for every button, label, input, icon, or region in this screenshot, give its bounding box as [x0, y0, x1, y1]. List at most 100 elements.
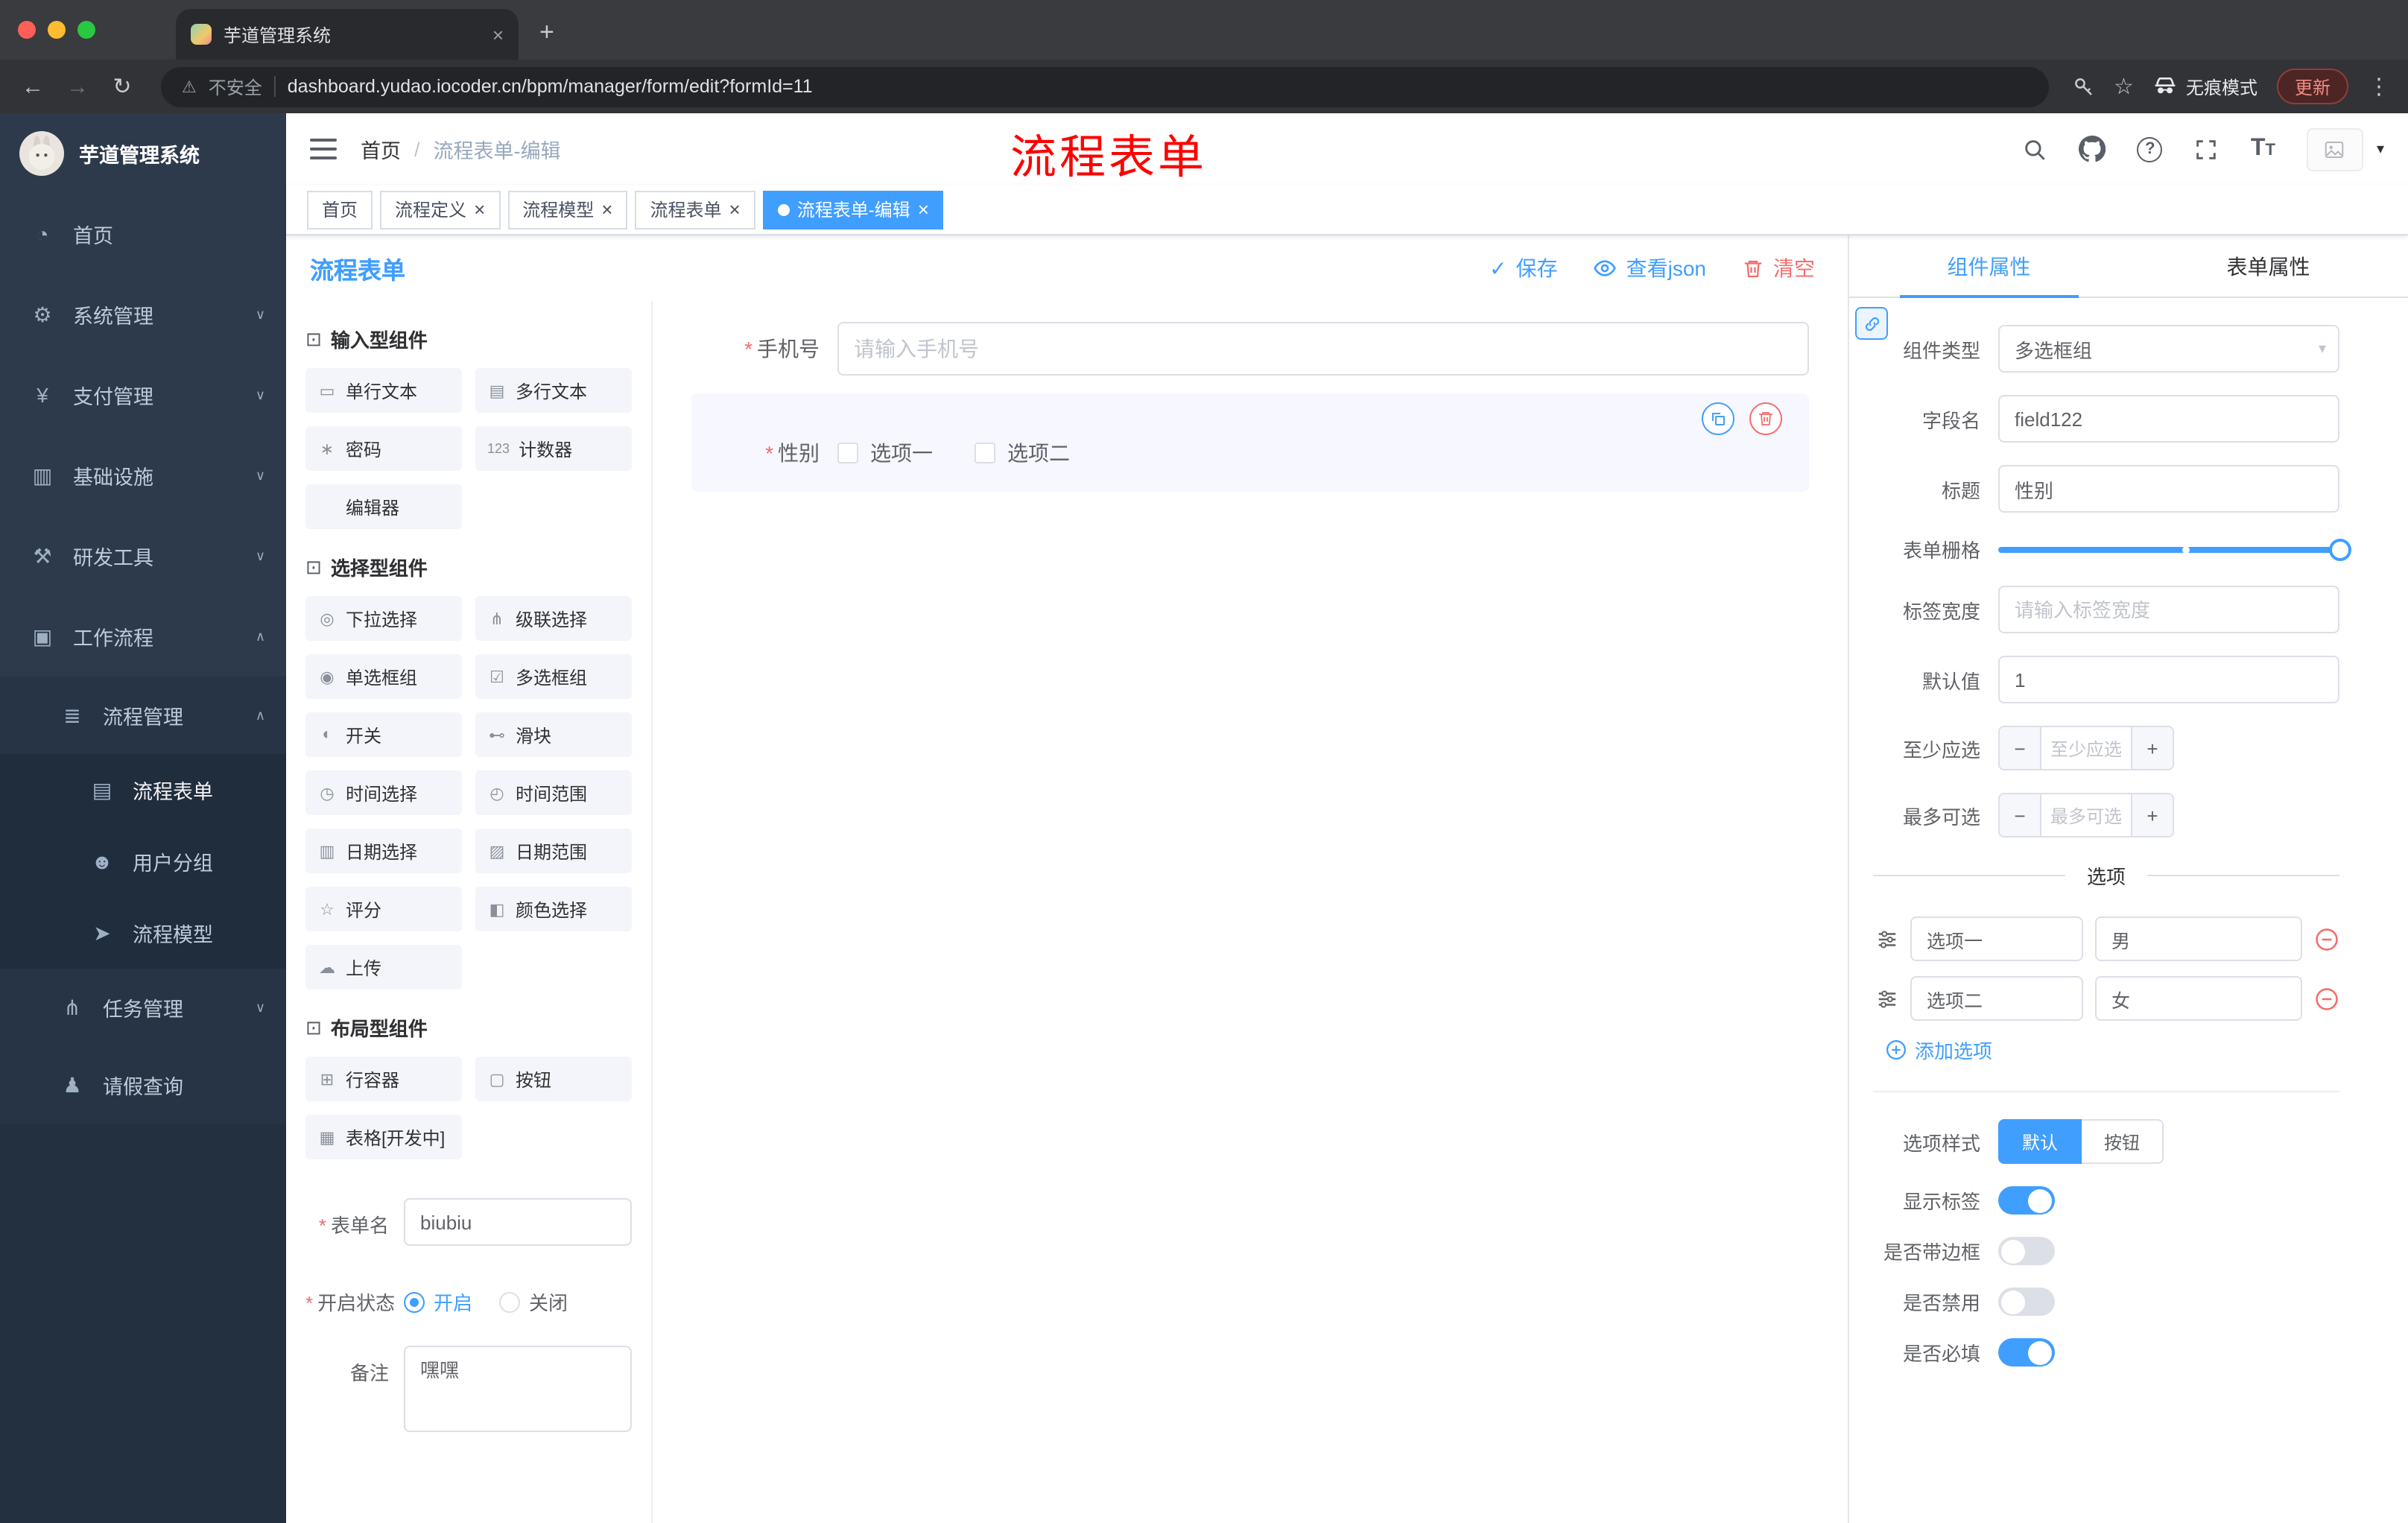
- minimize-window-button[interactable]: [48, 21, 66, 39]
- help-icon[interactable]: ?: [2137, 136, 2163, 162]
- breadcrumb-home[interactable]: 首页: [361, 134, 401, 164]
- min-select-value[interactable]: 至少应选: [2041, 727, 2131, 769]
- style-default-button[interactable]: 默认: [1998, 1119, 2082, 1164]
- tab-component-props[interactable]: 组件属性: [1849, 235, 2129, 298]
- github-icon[interactable]: [2079, 136, 2106, 162]
- new-tab-button[interactable]: +: [539, 18, 554, 48]
- sidebar-item-leave-query[interactable]: ♟ 请假查询: [0, 1046, 286, 1124]
- sidebar-item-workflow[interactable]: ▣ 工作流程 ∧: [0, 596, 286, 677]
- sidebar-item-process-form[interactable]: ▤ 流程表单: [0, 754, 286, 826]
- component-type-select[interactable]: 多选框组 ▾: [1998, 325, 2339, 373]
- increase-button[interactable]: +: [2131, 727, 2173, 769]
- tab-form-props[interactable]: 表单属性: [2129, 235, 2408, 297]
- form-remark-textarea[interactable]: 嘿嘿: [404, 1346, 632, 1432]
- palette-item-date-picker[interactable]: ▥ 日期选择: [305, 829, 462, 873]
- tag-process-form[interactable]: 流程表单 ×: [635, 190, 755, 229]
- sidebar-item-home[interactable]: ◔ 首页: [0, 194, 286, 274]
- palette-item-color-picker[interactable]: ◧ 颜色选择: [475, 887, 632, 931]
- field-name-input[interactable]: [1998, 395, 2339, 443]
- sidebar-item-process-management[interactable]: ≣ 流程管理 ∧: [0, 677, 286, 754]
- phone-input[interactable]: [837, 322, 1809, 376]
- canvas-field-phone[interactable]: 手机号: [691, 322, 1809, 376]
- browser-menu-icon[interactable]: ⋮: [2368, 73, 2390, 100]
- sidebar-toggle-icon[interactable]: [310, 139, 337, 159]
- address-bar[interactable]: ⚠ 不安全 dashboard.yudao.iocoder.cn/bpm/man…: [161, 66, 2049, 107]
- view-json-button[interactable]: 查看json: [1594, 253, 1706, 283]
- close-window-button[interactable]: [18, 21, 36, 39]
- max-select-value[interactable]: 最多可选: [2041, 794, 2131, 836]
- remove-option-button[interactable]: [2314, 926, 2339, 952]
- tag-home[interactable]: 首页: [307, 190, 373, 229]
- grid-slider[interactable]: [1998, 538, 2351, 560]
- form-name-input[interactable]: [404, 1198, 632, 1246]
- gender-option-2-checkbox[interactable]: 选项二: [975, 438, 1070, 468]
- style-button-button[interactable]: 按钮: [2082, 1119, 2164, 1164]
- update-button[interactable]: 更新: [2276, 69, 2348, 104]
- close-icon[interactable]: ×: [918, 200, 929, 219]
- palette-item-password[interactable]: ∗ 密码: [305, 426, 462, 471]
- zoom-window-button[interactable]: [77, 21, 95, 39]
- checkbox-box[interactable]: [837, 443, 858, 463]
- decrease-button[interactable]: −: [2000, 727, 2041, 769]
- palette-item-checkbox-group[interactable]: ☑ 多选框组: [475, 654, 632, 699]
- delete-field-button[interactable]: [1749, 402, 1782, 435]
- sidebar-item-infrastructure[interactable]: ▥ 基础设施 ∨: [0, 435, 286, 516]
- remove-option-button[interactable]: [2314, 986, 2339, 1011]
- close-icon[interactable]: ×: [729, 200, 741, 219]
- palette-item-editor[interactable]: 编辑器: [305, 484, 462, 529]
- decrease-button[interactable]: −: [2000, 794, 2041, 836]
- sidebar-item-user-group[interactable]: ☻ 用户分组: [0, 826, 286, 897]
- link-icon[interactable]: [1855, 307, 1888, 340]
- option-1-value-input[interactable]: [2095, 916, 2302, 961]
- fullscreen-icon[interactable]: [2194, 136, 2220, 162]
- palette-item-counter[interactable]: 123 计数器: [475, 426, 632, 471]
- back-button[interactable]: ←: [18, 74, 48, 99]
- increase-button[interactable]: +: [2131, 794, 2173, 836]
- avatar-caret-icon[interactable]: ▾: [2377, 141, 2384, 157]
- close-icon[interactable]: ×: [474, 200, 485, 219]
- palette-item-table[interactable]: ▦ 表格[开发中]: [305, 1115, 462, 1159]
- sidebar-item-system-management[interactable]: ⚙ 系统管理 ∨: [0, 274, 286, 355]
- form-canvas[interactable]: 手机号 性别 选项一: [653, 301, 1848, 1523]
- bookmark-star-icon[interactable]: ☆: [2114, 73, 2134, 100]
- clear-button[interactable]: 清空: [1742, 253, 1815, 283]
- status-on-radio[interactable]: 开启: [404, 1288, 472, 1316]
- palette-item-time-picker[interactable]: ◷ 时间选择: [305, 770, 462, 815]
- option-2-label-input[interactable]: [1910, 976, 2083, 1021]
- palette-item-date-range[interactable]: ▨ 日期范围: [475, 829, 632, 873]
- option-1-label-input[interactable]: [1910, 916, 2083, 961]
- sidebar-item-task-management[interactable]: ⋔ 任务管理 ∨: [0, 969, 286, 1046]
- tab-close-icon[interactable]: ×: [492, 23, 504, 45]
- palette-item-time-range[interactable]: ◴ 时间范围: [475, 770, 632, 815]
- forward-button[interactable]: →: [63, 74, 92, 99]
- palette-item-switch[interactable]: ◐ 开关: [305, 712, 462, 757]
- tag-process-model[interactable]: 流程模型 ×: [507, 190, 628, 229]
- close-icon[interactable]: ×: [601, 200, 612, 219]
- tag-process-definition[interactable]: 流程定义 ×: [380, 190, 501, 229]
- canvas-field-gender-selected[interactable]: 性别 选项一 选项二: [691, 393, 1809, 492]
- label-width-input[interactable]: [1998, 586, 2339, 633]
- palette-item-single-text[interactable]: ▭ 单行文本: [305, 368, 462, 413]
- add-option-button[interactable]: 添加选项: [1873, 1036, 2339, 1064]
- palette-item-select[interactable]: ◎ 下拉选择: [305, 596, 462, 641]
- palette-item-slider[interactable]: ⊷ 滑块: [475, 712, 632, 757]
- security-label[interactable]: 不安全: [209, 74, 262, 99]
- palette-item-multiline-text[interactable]: ▤ 多行文本: [475, 368, 632, 413]
- show-label-toggle[interactable]: [1998, 1186, 2055, 1215]
- palette-item-radio-group[interactable]: ◉ 单选框组: [305, 654, 462, 699]
- drag-handle-icon[interactable]: [1876, 987, 1898, 1010]
- default-value-input[interactable]: [1998, 656, 2339, 703]
- url-text[interactable]: dashboard.yudao.iocoder.cn/bpm/manager/f…: [288, 76, 813, 97]
- option-2-value-input[interactable]: [2095, 976, 2302, 1021]
- sidebar-item-dev-tools[interactable]: ⚒ 研发工具 ∨: [0, 516, 286, 596]
- slider-handle[interactable]: [2329, 538, 2351, 560]
- search-icon[interactable]: [2023, 136, 2048, 162]
- sidebar-item-process-model[interactable]: ➤ 流程模型: [0, 897, 286, 969]
- key-icon[interactable]: [2072, 75, 2094, 98]
- drag-handle-icon[interactable]: [1876, 928, 1898, 950]
- reload-button[interactable]: ↻: [107, 73, 137, 100]
- avatar[interactable]: [2306, 127, 2363, 171]
- required-toggle[interactable]: [1998, 1338, 2055, 1367]
- checkbox-box[interactable]: [975, 443, 995, 463]
- status-off-radio[interactable]: 关闭: [499, 1288, 568, 1316]
